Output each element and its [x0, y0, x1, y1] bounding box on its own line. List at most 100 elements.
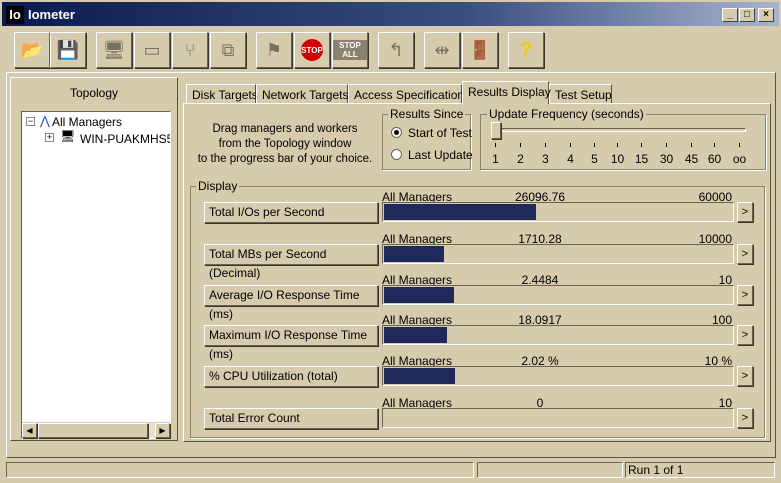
metric-more-button[interactable]: >	[737, 325, 753, 345]
horizontal-scrollbar[interactable]: ◀ ▶	[22, 422, 170, 438]
toolbar-button-stop-all[interactable]: STOP ALL	[332, 32, 368, 68]
save-icon: 💾	[56, 39, 80, 60]
metric-more-button[interactable]: >	[737, 408, 753, 428]
slider-tick-label: 45	[684, 152, 699, 166]
tab-test-setup[interactable]: Test Setup	[549, 84, 612, 104]
stop-icon: STOP	[301, 39, 323, 61]
metric-progress-bar[interactable]	[382, 285, 734, 305]
toolbar-button-exit[interactable]: 🚪	[462, 32, 498, 68]
tab-access-specifications[interactable]: Access Specifications	[348, 84, 470, 104]
toolbar-button-reset-workers[interactable]: ↰	[378, 32, 414, 68]
tab-results-display[interactable]: Results Display	[462, 81, 551, 104]
instruction-line: from the Topology window	[218, 138, 352, 150]
slider-tick	[641, 143, 642, 147]
metric-progress-bar[interactable]	[382, 366, 734, 386]
topology-panel: Topology − ⋀ All Managers + 🖥 WIN-PUAKMH…	[10, 77, 178, 441]
metric-more-button[interactable]: >	[737, 366, 753, 386]
metric-progress-fill	[384, 287, 454, 303]
instruction-line: to the progress bar of your choice.	[197, 153, 373, 165]
collapse-icon[interactable]: −	[26, 117, 35, 126]
status-pane	[6, 462, 474, 478]
instruction-line: Drag managers and workers	[212, 123, 358, 135]
metric-progress-bar[interactable]	[382, 325, 734, 345]
exit-icon: 🚪	[468, 39, 492, 60]
slider-tick	[714, 143, 715, 147]
tab-network-targets[interactable]: Network Targets	[256, 84, 348, 104]
metric-progress-fill	[384, 368, 455, 384]
scroll-right-icon[interactable]: ▶	[155, 423, 170, 438]
topology-title: Topology	[69, 86, 119, 100]
toolbar-button-duplicate-worker[interactable]: ⧉	[210, 32, 246, 68]
metric-more-button[interactable]: >	[737, 244, 753, 264]
metric-progress-fill	[384, 246, 444, 262]
minimize-button[interactable]: _	[722, 8, 738, 22]
toolbar-button-disconnect[interactable]: ⇹	[424, 32, 460, 68]
radio-label: Start of Test	[408, 126, 472, 140]
scroll-thumb[interactable]	[38, 423, 148, 438]
slider-tick	[666, 143, 667, 147]
slider-tick-label: 30	[659, 152, 674, 166]
all-managers-icon: ⋀	[40, 114, 50, 128]
close-button[interactable]: ×	[758, 8, 774, 22]
expand-icon[interactable]: +	[45, 133, 54, 142]
metric-progress-bar[interactable]	[382, 202, 734, 222]
duplicate-worker-icon: ⧉	[221, 39, 235, 60]
slider-tick-label: 60	[707, 152, 722, 166]
metric-more-button[interactable]: >	[737, 202, 753, 222]
new-network-worker-icon: ⑂	[184, 39, 196, 60]
window-title: Iometer	[28, 7, 75, 22]
maximize-button[interactable]: □	[739, 8, 755, 22]
toolbar-button-new-network-worker[interactable]: ⑂	[172, 32, 208, 68]
status-pane	[477, 462, 623, 478]
metric-select-button[interactable]: Average I/O Response Time (ms)	[204, 285, 378, 321]
metric-select-button[interactable]: Total MBs per Second (Decimal)	[204, 244, 378, 280]
slider-tick-label: oo	[732, 152, 747, 166]
metric-more-button[interactable]: >	[737, 285, 753, 305]
tab-disk-targets[interactable]: Disk Targets	[186, 84, 258, 104]
metric-progress-fill	[384, 327, 448, 343]
toolbar-button-open[interactable]: 📂	[14, 32, 50, 68]
metric-select-button[interactable]: Total I/Os per Second	[204, 202, 378, 223]
help-icon: ?	[519, 38, 533, 61]
tree-item-manager[interactable]: WIN-PUAKMHS5I	[80, 132, 170, 146]
slider-track[interactable]	[492, 128, 746, 132]
slider-thumb[interactable]	[491, 122, 501, 139]
metric-select-button[interactable]: Total Error Count	[204, 408, 378, 429]
toolbar-button-stop[interactable]: STOP	[294, 32, 330, 68]
metric-progress-fill	[384, 204, 537, 220]
toolbar-button-start-tests[interactable]: ⚑	[256, 32, 292, 68]
metric-select-button[interactable]: Maximum I/O Response Time (ms)	[204, 325, 378, 361]
stop-all-icon: STOP ALL	[333, 40, 367, 60]
computer-icon: 🖥	[60, 129, 76, 143]
metric-select-button[interactable]: % CPU Utilization (total)	[204, 366, 378, 387]
radio-label: Last Update	[408, 148, 473, 162]
open-icon: 📂	[20, 39, 44, 60]
run-status: Run 1 of 1	[625, 462, 775, 478]
tree-item-all-managers[interactable]: All Managers	[52, 115, 122, 129]
slider-tick	[545, 143, 546, 147]
start-tests-icon: ⚑	[265, 39, 283, 60]
slider-tick	[691, 143, 692, 147]
disconnect-icon: ⇹	[434, 39, 450, 60]
slider-tick	[594, 143, 595, 147]
toolbar-button-save[interactable]: 💾	[50, 32, 86, 68]
app-logo-icon: Io	[6, 6, 24, 24]
slider-tick	[617, 143, 618, 147]
title-bar: Io Iometer _ □ ×	[0, 0, 781, 28]
slider-tick-label: 5	[591, 152, 598, 166]
toolbar-button-start-manager[interactable]: 🖥	[96, 32, 132, 68]
slider-tick	[520, 143, 521, 147]
metric-progress-bar[interactable]	[382, 408, 734, 428]
slider-tick	[739, 143, 740, 147]
metric-progress-bar[interactable]	[382, 244, 734, 264]
scroll-left-icon[interactable]: ◀	[22, 423, 37, 438]
slider-tick-label: 3	[542, 152, 549, 166]
results-since-label: Results Since	[388, 107, 466, 121]
slider-tick	[570, 143, 571, 147]
slider-tick	[495, 143, 496, 147]
new-disk-worker-icon: ▭	[143, 39, 161, 60]
start-manager-icon: 🖥	[102, 39, 126, 60]
slider-tick-label: 1	[492, 152, 499, 166]
toolbar-button-help[interactable]: ?	[508, 32, 544, 68]
toolbar-button-new-disk-worker[interactable]: ▭	[134, 32, 170, 68]
